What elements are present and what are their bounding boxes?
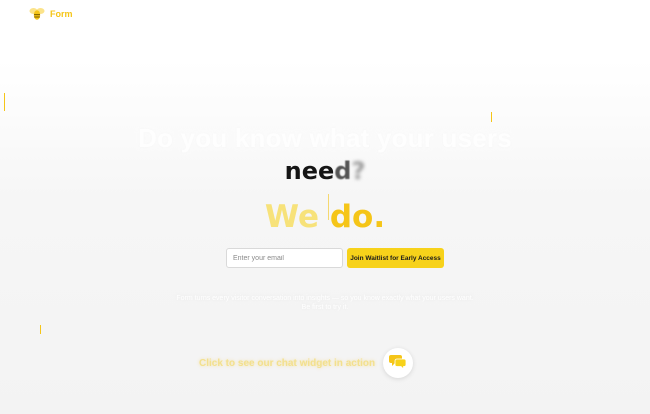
decorative-line: [491, 112, 492, 122]
site-header: Form: [29, 6, 73, 22]
join-waitlist-button[interactable]: Join Waitlist for Early Access: [347, 248, 444, 268]
logo-text[interactable]: Form: [50, 9, 73, 19]
chat-widget-cta[interactable]: Click to see our chat widget in action: [199, 358, 375, 369]
rotating-word: need?: [0, 157, 650, 185]
waitlist-form: Join Waitlist for Early Access: [226, 248, 444, 268]
rotating-word-fade: d: [334, 157, 352, 185]
hero-headline: Do you know what your users: [138, 123, 512, 153]
hero-tagline: We do.: [0, 199, 650, 235]
decorative-line: [40, 325, 41, 334]
tagline-do: do.: [329, 199, 386, 235]
decorative-line: [4, 93, 5, 111]
chat-widget-button[interactable]: [383, 348, 413, 378]
subtext-line2: Be first to try it.: [301, 304, 349, 311]
chat-bubbles-icon: [389, 353, 407, 374]
join-label-prefix: Join Waitlist for: [350, 254, 401, 262]
email-input[interactable]: [226, 248, 343, 268]
rotating-word-blur: ?: [351, 157, 366, 185]
join-label-strong: Early Access: [400, 254, 441, 262]
tagline-we: We: [264, 199, 320, 235]
bee-icon[interactable]: [29, 7, 45, 21]
hero-subtext: Form turns every visitor conversation in…: [0, 295, 650, 311]
subtext-line1: Form turns every visitor conversation in…: [176, 295, 474, 302]
rotating-word-main: nee: [284, 157, 335, 185]
